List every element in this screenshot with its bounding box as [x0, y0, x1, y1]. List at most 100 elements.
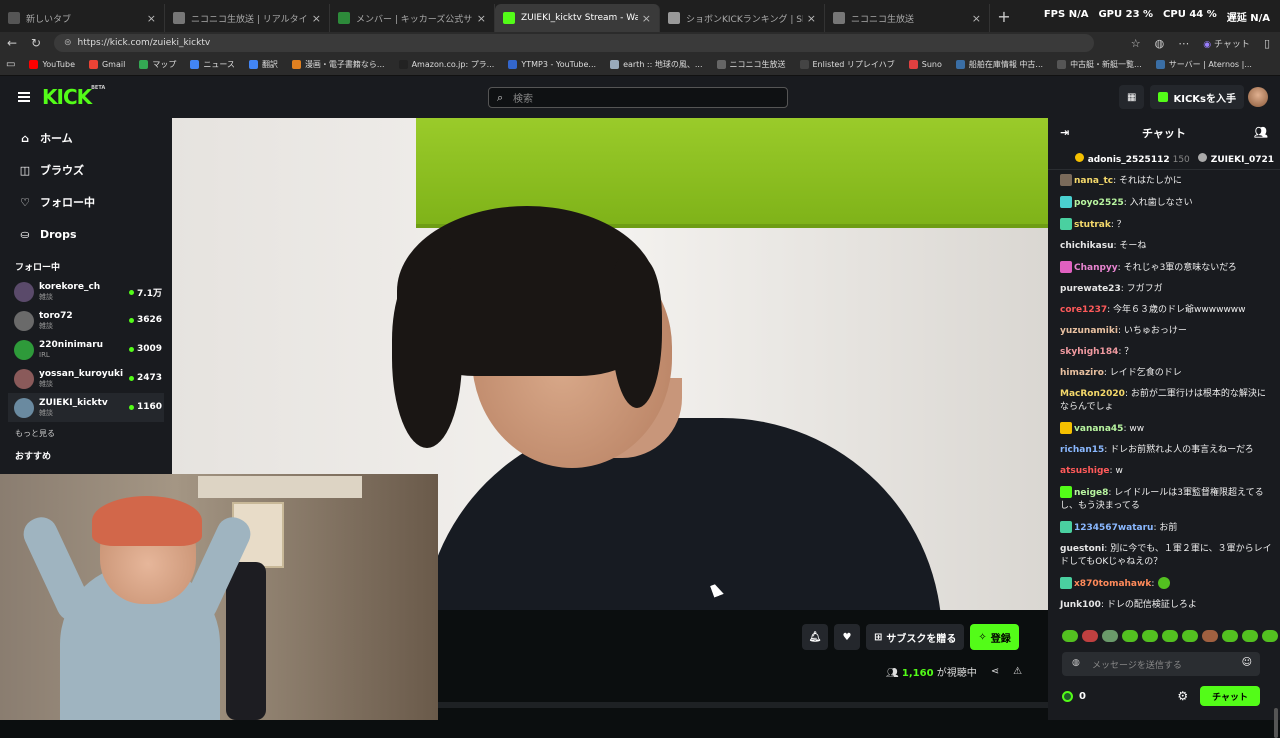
- chat-username[interactable]: 1234567wataru: [1074, 523, 1153, 533]
- gift-leader[interactable]: adonis_2525112 150: [1074, 152, 1190, 165]
- browser-tab[interactable]: メンバー | キッカーズ公式サイト ×: [330, 4, 495, 32]
- tab-close-icon[interactable]: ×: [642, 12, 651, 25]
- chat-username[interactable]: stutrak: [1074, 220, 1111, 230]
- tab-close-icon[interactable]: ×: [477, 12, 486, 25]
- followed-channel[interactable]: yossan_kuroyuki 雑談 2473: [0, 364, 172, 393]
- show-more-link[interactable]: もっと見る: [0, 428, 172, 439]
- layout-toggle-button[interactable]: ▦: [1119, 85, 1145, 109]
- followed-channel[interactable]: ZUIEKI_kicktv 雑談 1160: [8, 393, 164, 422]
- back-icon[interactable]: ←: [0, 36, 24, 50]
- follow-heart-button[interactable]: ♥: [834, 624, 860, 650]
- gift-sub-button[interactable]: ⊞ サブスクを贈る: [866, 624, 965, 650]
- bookmark-item[interactable]: ニュース: [190, 59, 235, 70]
- notification-bell-button[interactable]: 🔔︎: [802, 624, 828, 650]
- chat-badge-icon[interactable]: ◍: [1072, 658, 1080, 668]
- kicks-balance[interactable]: 0: [1062, 690, 1086, 702]
- chat-username[interactable]: MacRon2020: [1060, 389, 1125, 399]
- bookmark-item[interactable]: 船舶在庫情報 中古...: [955, 59, 1043, 70]
- user-avatar[interactable]: [1248, 87, 1268, 107]
- menu-dots-icon[interactable]: ⋯: [1178, 37, 1189, 50]
- chat-username[interactable]: neige8: [1074, 488, 1108, 498]
- chat-username[interactable]: core1237: [1060, 305, 1107, 315]
- chat-username[interactable]: yuzunamiki: [1060, 326, 1118, 336]
- chat-username[interactable]: Chanpyy: [1074, 263, 1118, 273]
- tab-close-icon[interactable]: ×: [147, 12, 156, 25]
- url-field[interactable]: ⊜ https://kick.com/zuieki_kicktv: [54, 34, 1094, 52]
- bookmark-item[interactable]: サーバー | Aternos |...: [1155, 59, 1252, 70]
- chat-username[interactable]: x870tomahawk: [1074, 579, 1151, 589]
- chat-username[interactable]: vanana45: [1074, 424, 1123, 434]
- report-icon[interactable]: ⚠: [1013, 666, 1022, 677]
- chat-username[interactable]: richan15: [1060, 445, 1104, 455]
- bookmark-item[interactable]: Enlisted リプレイハブ: [799, 59, 895, 70]
- reload-icon[interactable]: ↻: [24, 36, 48, 50]
- bookmark-item[interactable]: YouTube: [29, 60, 75, 69]
- chat-username[interactable]: atsushige: [1060, 466, 1110, 476]
- star-icon[interactable]: ☆: [1131, 37, 1141, 50]
- chat-username[interactable]: guestoni: [1060, 544, 1104, 554]
- page-scrollbar[interactable]: [438, 702, 1048, 708]
- bookmark-item[interactable]: earth :: 地球の風、...: [610, 59, 703, 70]
- browser-tab[interactable]: ニコニコ生放送 | リアルタイムランキング ×: [165, 4, 330, 32]
- browser-tab[interactable]: ZUIEKI_kicktv Stream - Watch Live ×: [495, 4, 660, 32]
- bookmarks-menu-icon[interactable]: ▭: [6, 59, 15, 70]
- sidebar-nav-item[interactable]: ⌂ ホーム: [0, 122, 172, 154]
- site-info-icon[interactable]: ⊜: [64, 38, 72, 48]
- chat-username[interactable]: poyo2525: [1074, 198, 1124, 208]
- bookmark-item[interactable]: マップ: [139, 59, 176, 70]
- tab-close-icon[interactable]: ×: [972, 12, 981, 25]
- bookmark-item[interactable]: 漫画・電子書籍なら...: [291, 59, 385, 70]
- emote-icon[interactable]: [1202, 630, 1218, 642]
- chat-username[interactable]: Junk100: [1060, 600, 1101, 610]
- get-kicks-button[interactable]: KICKsを入手: [1150, 85, 1244, 109]
- chat-username[interactable]: skyhigh184: [1060, 347, 1118, 357]
- bookmark-item[interactable]: ニコニコ生放送: [716, 59, 786, 70]
- bookmark-item[interactable]: YTMP3 - YouTube...: [508, 60, 596, 69]
- emoji-icon[interactable]: ☺: [1242, 657, 1252, 668]
- tab-close-icon[interactable]: ×: [312, 12, 321, 25]
- browser-tab[interactable]: ニコニコ生放送 ×: [825, 4, 990, 32]
- followed-channel[interactable]: 220ninimaru IRL 3009: [0, 335, 172, 364]
- bookmark-item[interactable]: 中古艇・新艇一覧...: [1057, 59, 1142, 70]
- chat-scrollbar[interactable]: [1274, 708, 1278, 738]
- tab-close-icon[interactable]: ×: [807, 12, 816, 25]
- followed-channel[interactable]: toro72 雑談 3626: [0, 306, 172, 335]
- chat-username[interactable]: chichikasu: [1060, 241, 1113, 251]
- hamburger-menu-icon[interactable]: [18, 92, 30, 102]
- sidebar-nav-item[interactable]: ⛀ Drops: [0, 218, 172, 250]
- emote-icon[interactable]: [1222, 630, 1238, 642]
- emote-icon[interactable]: [1162, 630, 1178, 642]
- emote-icon[interactable]: [1142, 630, 1158, 642]
- chat-send-button[interactable]: チャット: [1200, 686, 1260, 706]
- emote-icon[interactable]: [1182, 630, 1198, 642]
- browser-tab[interactable]: ショボンKICKランキング | Shobon Kick ×: [660, 4, 825, 32]
- sidebar-nav-item[interactable]: ◫ ブラウズ: [0, 154, 172, 186]
- chat-input[interactable]: ◍ メッセージを送信する ☺: [1062, 652, 1260, 676]
- profile-chip[interactable]: ◉ チャット: [1203, 37, 1250, 50]
- search-input[interactable]: ⌕ 検索: [488, 87, 788, 108]
- chat-settings-icon[interactable]: ⚙: [1177, 689, 1188, 703]
- emote-icon[interactable]: [1122, 630, 1138, 642]
- bookmark-item[interactable]: Amazon.co.jp: プラ...: [398, 59, 494, 70]
- gift-leader[interactable]: ZUIEKI_0721: [1197, 152, 1274, 165]
- kick-logo[interactable]: KICKBETA: [42, 85, 105, 109]
- collapse-chat-icon[interactable]: ⇥: [1060, 126, 1069, 139]
- sidepanel-icon[interactable]: ▯: [1264, 37, 1270, 50]
- bookmark-item[interactable]: Suno: [908, 60, 942, 69]
- extension-icon[interactable]: ◍: [1155, 37, 1165, 50]
- bookmark-item[interactable]: 翻訳: [248, 59, 278, 70]
- bookmark-item[interactable]: Gmail: [88, 60, 125, 69]
- emote-icon[interactable]: [1082, 630, 1098, 642]
- subscribe-button[interactable]: ✧ 登録: [970, 624, 1019, 650]
- emote-icon[interactable]: [1262, 630, 1278, 642]
- emote-icon[interactable]: [1062, 630, 1078, 642]
- sidebar-nav-item[interactable]: ♡ フォロー中: [0, 186, 172, 218]
- share-icon[interactable]: ⋖: [991, 666, 999, 677]
- chat-username[interactable]: himaziro: [1060, 368, 1104, 378]
- browser-tab[interactable]: 新しいタブ ×: [0, 4, 165, 32]
- new-tab-icon[interactable]: +: [990, 7, 1018, 26]
- chat-users-icon[interactable]: 👥︎: [1254, 126, 1268, 139]
- followed-channel[interactable]: korekore_ch 雑談 7.1万: [0, 277, 172, 306]
- chat-username[interactable]: purewate23: [1060, 284, 1121, 294]
- emote-icon[interactable]: [1102, 630, 1118, 642]
